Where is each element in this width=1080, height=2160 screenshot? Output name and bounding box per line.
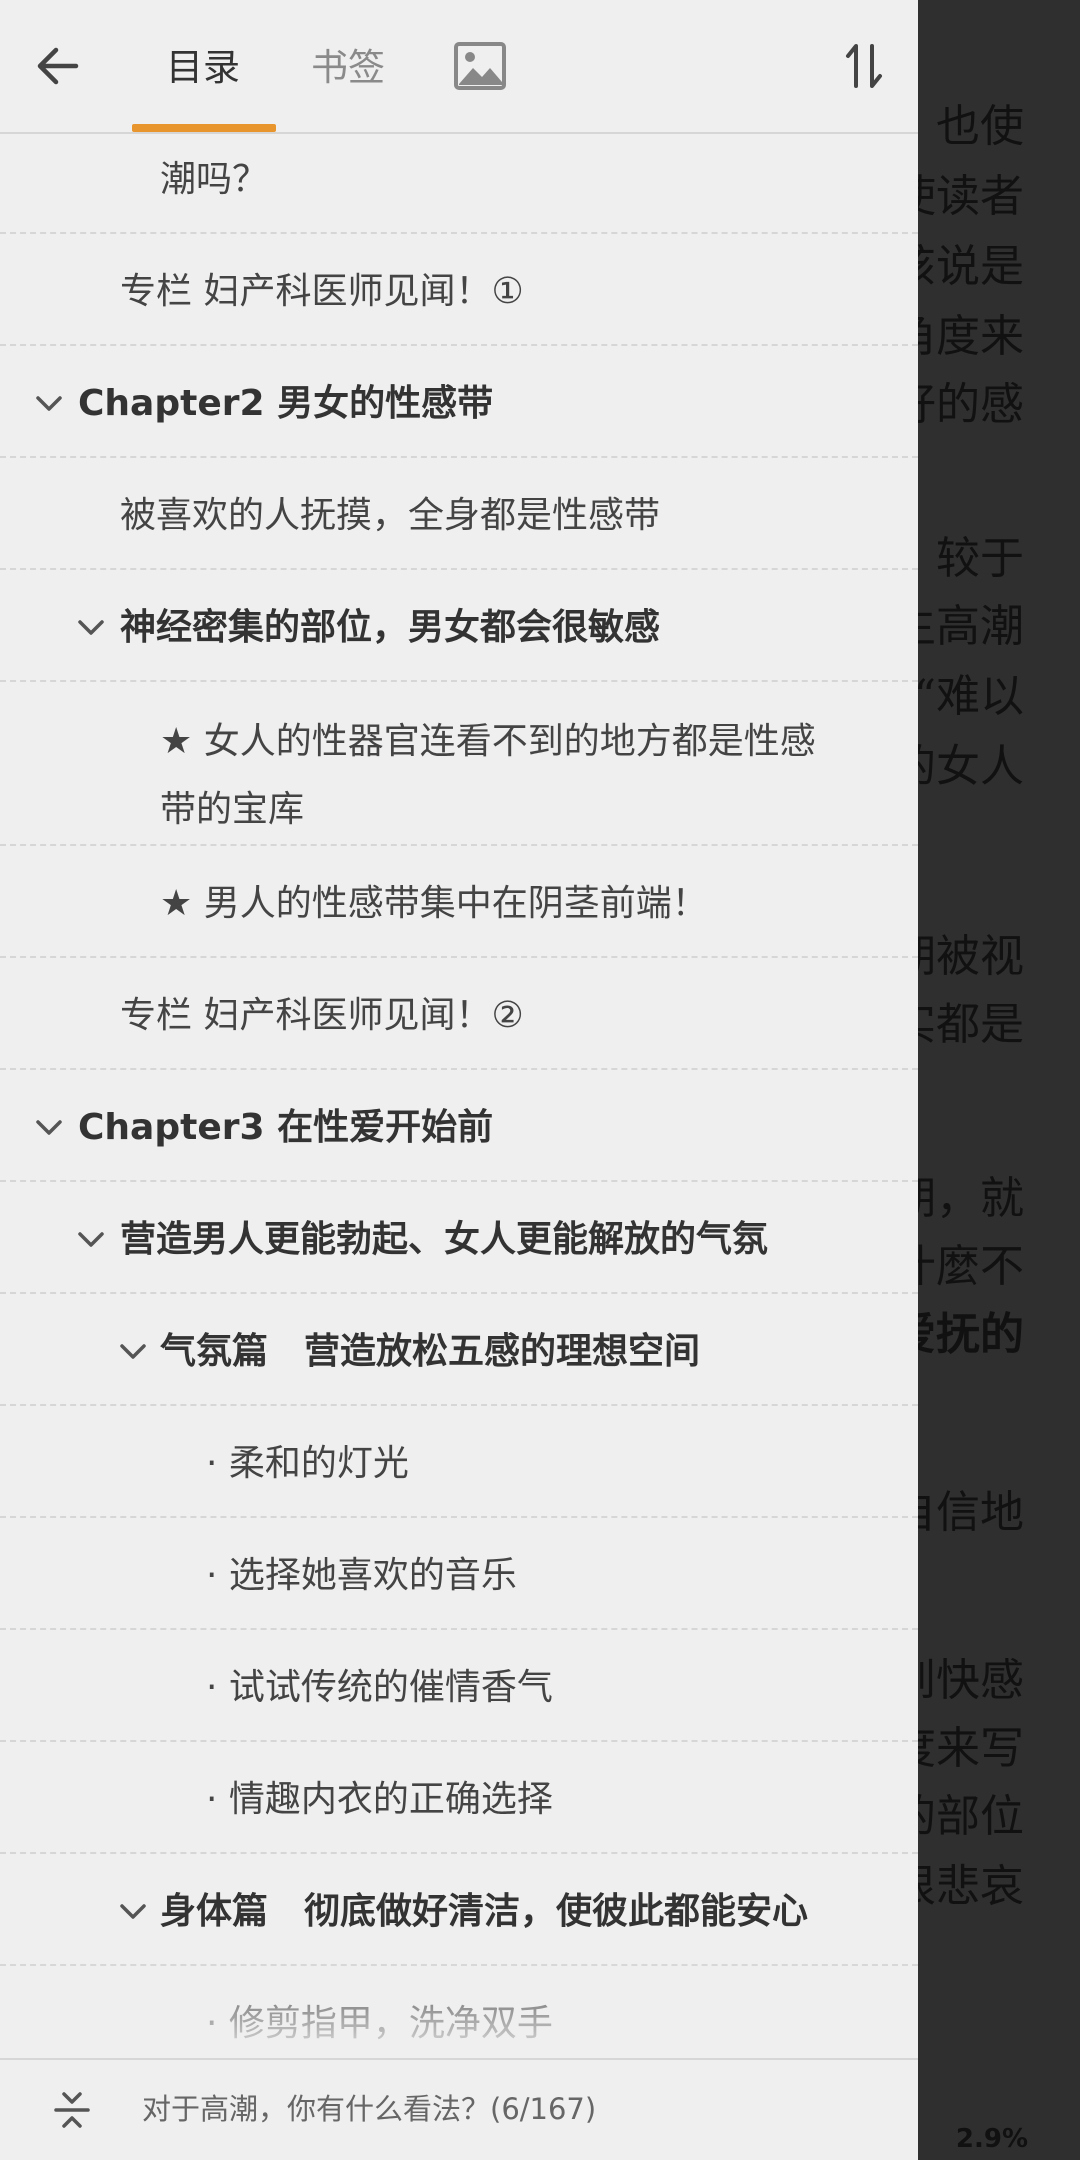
- toc-item[interactable]: Chapter2 男女的性感带: [0, 346, 918, 458]
- toc-item[interactable]: 营造男人更能勃起、女人更能解放的气氛: [0, 1182, 918, 1294]
- reading-progress-percent: 2.9%: [955, 2124, 1028, 2154]
- toc-item[interactable]: 身体篇 彻底做好清洁，使彼此都能安心: [0, 1854, 918, 1966]
- drawer-footer: 对于高潮，你有什么看法？(6/167): [0, 2058, 918, 2160]
- chevron-down-icon[interactable]: [34, 394, 64, 414]
- toc-item[interactable]: 气氛篇 营造放松五感的理想空间: [0, 1294, 918, 1406]
- back-arrow-icon[interactable]: [30, 38, 86, 94]
- toc-list: 潮吗？ 专栏 妇产科医师见闻！① Chapter2 男女的性感带被喜欢的人抚摸，全身…: [0, 134, 918, 2058]
- chevron-down-icon[interactable]: [118, 1902, 148, 1922]
- toc-item[interactable]: ★ 女人的性器官连看不到的地方都是性感 带的宝库: [0, 682, 918, 846]
- toc-item[interactable]: · 试试传统的催情香气: [0, 1630, 918, 1742]
- current-chapter-label[interactable]: 对于高潮，你有什么看法？(6/167): [142, 2086, 596, 2132]
- toc-item-label: · 柔和的灯光: [206, 1443, 409, 1484]
- toc-item[interactable]: 被喜欢的人抚摸，全身都是性感带: [0, 458, 918, 570]
- toc-item[interactable]: 专栏 妇产科医师见闻！①: [0, 234, 918, 346]
- toc-item-label: 气氛篇 营造放松五感的理想空间: [160, 1331, 701, 1372]
- toc-item[interactable]: · 柔和的灯光: [0, 1406, 918, 1518]
- toc-item-label: · 情趣内衣的正确选择: [206, 1779, 553, 1820]
- toc-item-label: 营造男人更能勃起、女人更能解放的气氛: [120, 1219, 769, 1260]
- toc-item-label: 潮吗？: [160, 159, 269, 200]
- toc-item-label: 被喜欢的人抚摸，全身都是性感带: [120, 495, 661, 536]
- toc-item-label-continued: 带的宝库: [160, 789, 305, 830]
- toc-item[interactable]: Chapter3 在性爱开始前: [0, 1070, 918, 1182]
- toc-drawer: 目录 书签 潮吗？ 专栏 妇产科医师见闻！① Chapter2 男女的性感带被喜欢的…: [0, 0, 918, 2160]
- toc-item-label: Chapter3 在性爱开始前: [78, 1107, 494, 1148]
- tab-bookmarks[interactable]: 书签: [311, 40, 385, 96]
- chevron-down-icon[interactable]: [118, 1342, 148, 1362]
- reader-line: 较于: [936, 533, 1024, 584]
- toc-item-label: · 试试传统的催情香气: [206, 1667, 553, 1708]
- reader-line: “难以: [913, 671, 1025, 722]
- toc-item[interactable]: · 选择她喜欢的音乐: [0, 1518, 918, 1630]
- image-icon[interactable]: [454, 42, 506, 90]
- locate-current-icon[interactable]: [52, 2090, 92, 2130]
- tab-toc[interactable]: 目录: [166, 40, 240, 96]
- toc-item[interactable]: · 情趣内衣的正确选择: [0, 1742, 918, 1854]
- chevron-down-icon[interactable]: [76, 618, 106, 638]
- toc-item-label: Chapter2 男女的性感带: [78, 383, 494, 424]
- active-tab-indicator: [132, 124, 276, 132]
- toc-item-label: 专栏 妇产科医师见闻！②: [120, 995, 524, 1036]
- toc-item-label: ★ 男人的性感带集中在阴茎前端！: [160, 883, 708, 924]
- toc-item-label: 身体篇 彻底做好清洁，使彼此都能安心: [160, 1891, 809, 1932]
- toc-item[interactable]: 神经密集的部位，男女都会很敏感: [0, 570, 918, 682]
- toc-item-label: ★ 女人的性器官连看不到的地方都是性感: [160, 721, 816, 762]
- list-fade-overlay: [0, 1960, 918, 2058]
- reader-line: 也使: [936, 101, 1024, 152]
- toc-item-label: 神经密集的部位，男女都会很敏感: [120, 607, 661, 648]
- toc-item[interactable]: ★ 男人的性感带集中在阴茎前端！: [0, 846, 918, 958]
- toc-item-label: 专栏 妇产科医师见闻！①: [120, 271, 524, 312]
- chevron-down-icon[interactable]: [34, 1118, 64, 1138]
- chevron-down-icon[interactable]: [76, 1230, 106, 1250]
- toc-item[interactable]: 专栏 妇产科医师见闻！②: [0, 958, 918, 1070]
- sort-order-icon[interactable]: [836, 38, 892, 94]
- drawer-header: 目录 书签: [0, 0, 918, 134]
- toc-item[interactable]: 潮吗？: [0, 134, 918, 234]
- toc-item-label: · 选择她喜欢的音乐: [206, 1555, 517, 1596]
